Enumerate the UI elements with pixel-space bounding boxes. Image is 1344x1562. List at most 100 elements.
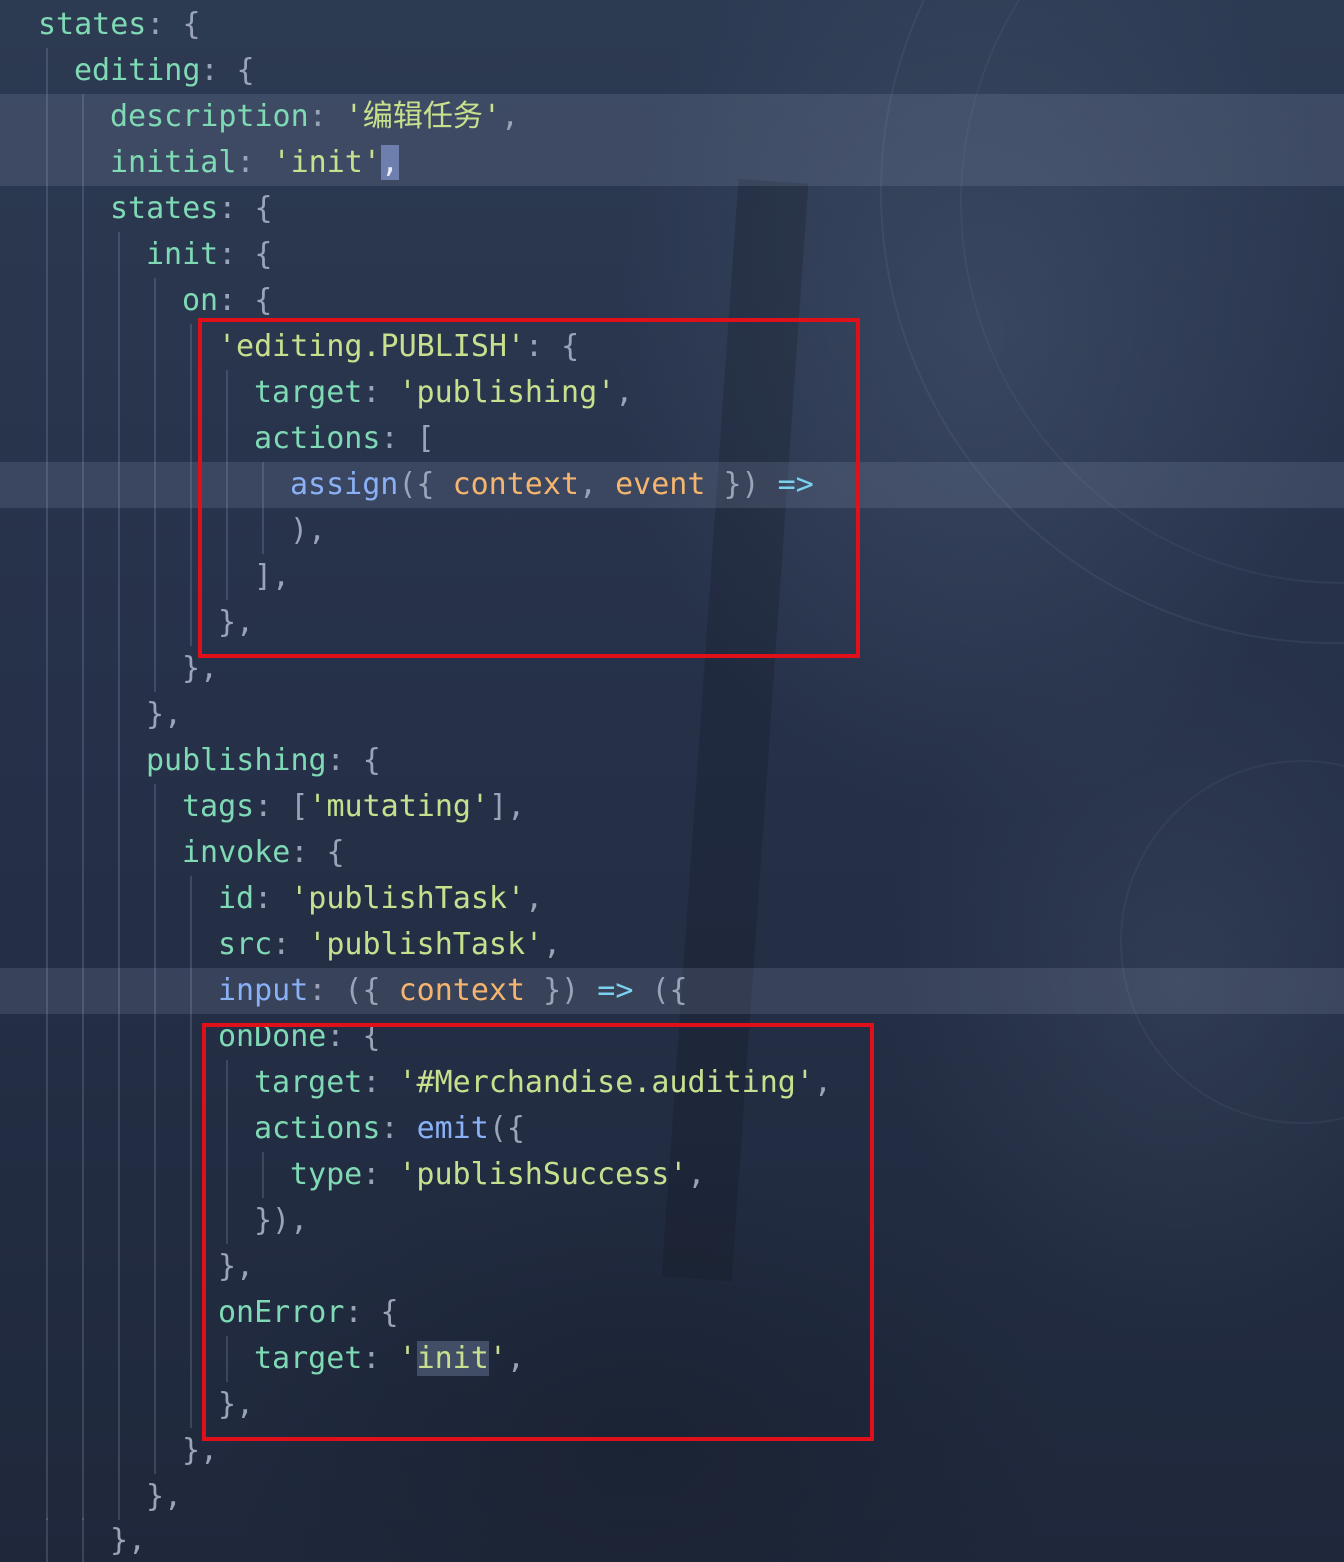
indent-guide — [154, 278, 156, 324]
indent-guide — [46, 140, 48, 186]
indent-guide — [154, 1290, 156, 1336]
indent-guide — [118, 1428, 120, 1474]
indent-guide — [154, 646, 156, 692]
indent-guide — [46, 600, 48, 646]
indent-guide — [118, 1152, 120, 1198]
indent-guide — [46, 1474, 48, 1520]
code-line[interactable]: states: { — [0, 2, 1344, 48]
code-line[interactable]: publishing: { — [0, 738, 1344, 784]
indent-guide — [190, 1014, 192, 1060]
code-line[interactable]: description: '编辑任务', — [0, 94, 1344, 140]
object-key: description — [110, 99, 309, 134]
object-key: tags — [182, 789, 255, 824]
code-line[interactable]: tags: ['mutating'], — [0, 784, 1344, 830]
indent-guide — [154, 1428, 156, 1474]
indent-guide — [82, 1428, 84, 1474]
parameter-name: context — [398, 973, 526, 1008]
indent-guide — [82, 186, 84, 232]
code-line[interactable]: input: ({ context }) => ({ — [0, 968, 1344, 1014]
indent-guide — [46, 646, 48, 692]
code-line[interactable]: }, — [0, 1474, 1344, 1520]
code-line[interactable]: states: { — [0, 186, 1344, 232]
indent-guide — [118, 876, 120, 922]
indent-guide — [46, 1336, 48, 1382]
indent-guide — [46, 830, 48, 876]
indent-guide — [46, 1014, 48, 1060]
indent-guide — [190, 1106, 192, 1152]
indent-guide — [118, 554, 120, 600]
code-line[interactable]: editing: { — [0, 48, 1344, 94]
code-line[interactable]: }, — [0, 1518, 1344, 1562]
indent-guide — [154, 600, 156, 646]
indent-guide — [190, 922, 192, 968]
indent-guide — [82, 232, 84, 278]
indent-guide — [154, 370, 156, 416]
indent-guide — [46, 1428, 48, 1474]
indent-guide — [190, 968, 192, 1014]
code-line[interactable]: }, — [0, 692, 1344, 738]
indent-guide — [190, 1198, 192, 1244]
indent-guide — [46, 186, 48, 232]
indent-guide — [190, 554, 192, 600]
indent-guide — [118, 1474, 120, 1520]
indent-guide — [190, 1336, 192, 1382]
indent-guide — [154, 554, 156, 600]
indent-guide — [82, 1060, 84, 1106]
indent-guide — [190, 876, 192, 922]
indent-guide — [118, 784, 120, 830]
indent-guide — [82, 1152, 84, 1198]
indent-guide — [46, 922, 48, 968]
indent-guide — [46, 554, 48, 600]
indent-guide — [82, 1474, 84, 1520]
string-literal: '编辑任务' — [344, 99, 501, 134]
indent-guide — [82, 94, 84, 140]
string-literal: 'init' — [272, 145, 381, 180]
indent-guide — [118, 508, 120, 554]
indent-guide — [46, 1290, 48, 1336]
indent-guide — [118, 232, 120, 278]
indent-guide — [154, 922, 156, 968]
code-line[interactable]: id: 'publishTask', — [0, 876, 1344, 922]
indent-guide — [118, 416, 120, 462]
indent-guide — [46, 232, 48, 278]
indent-guide — [46, 48, 48, 94]
indent-guide — [82, 646, 84, 692]
highlight-box-invoke-handlers — [202, 1023, 874, 1441]
indent-guide — [46, 784, 48, 830]
indent-guide — [46, 278, 48, 324]
indent-guide — [82, 416, 84, 462]
code-line[interactable]: invoke: { — [0, 830, 1344, 876]
indent-guide — [118, 1014, 120, 1060]
indent-guide — [154, 1198, 156, 1244]
indent-guide — [154, 1060, 156, 1106]
indent-guide — [190, 1382, 192, 1428]
object-key: initial — [110, 145, 237, 180]
indent-guide — [118, 830, 120, 876]
indent-guide — [82, 324, 84, 370]
indent-guide — [118, 738, 120, 784]
object-key: src — [218, 927, 273, 962]
indent-guide — [190, 1152, 192, 1198]
indent-guide — [154, 1014, 156, 1060]
indent-guide — [154, 1244, 156, 1290]
indent-guide — [190, 508, 192, 554]
indent-guide — [82, 554, 84, 600]
string-literal: 'publishTask' — [290, 881, 526, 916]
code-editor[interactable]: states: { editing: { description: '编辑任务'… — [0, 0, 1344, 1562]
indent-guide — [154, 1106, 156, 1152]
indent-guide — [154, 1336, 156, 1382]
indent-guide — [82, 1244, 84, 1290]
indent-guide — [118, 370, 120, 416]
indent-guide — [82, 508, 84, 554]
code-line-current[interactable]: initial: 'init', — [0, 140, 1344, 186]
indent-guide — [118, 1106, 120, 1152]
arrow-operator: => — [579, 973, 634, 1008]
code-line[interactable]: init: { — [0, 232, 1344, 278]
code-line[interactable]: src: 'publishTask', — [0, 922, 1344, 968]
indent-guide — [118, 462, 120, 508]
indent-guide — [118, 1336, 120, 1382]
indent-guide — [118, 968, 120, 1014]
indent-guide — [118, 1290, 120, 1336]
highlight-box-publish-transition — [198, 318, 860, 658]
indent-guide — [46, 738, 48, 784]
